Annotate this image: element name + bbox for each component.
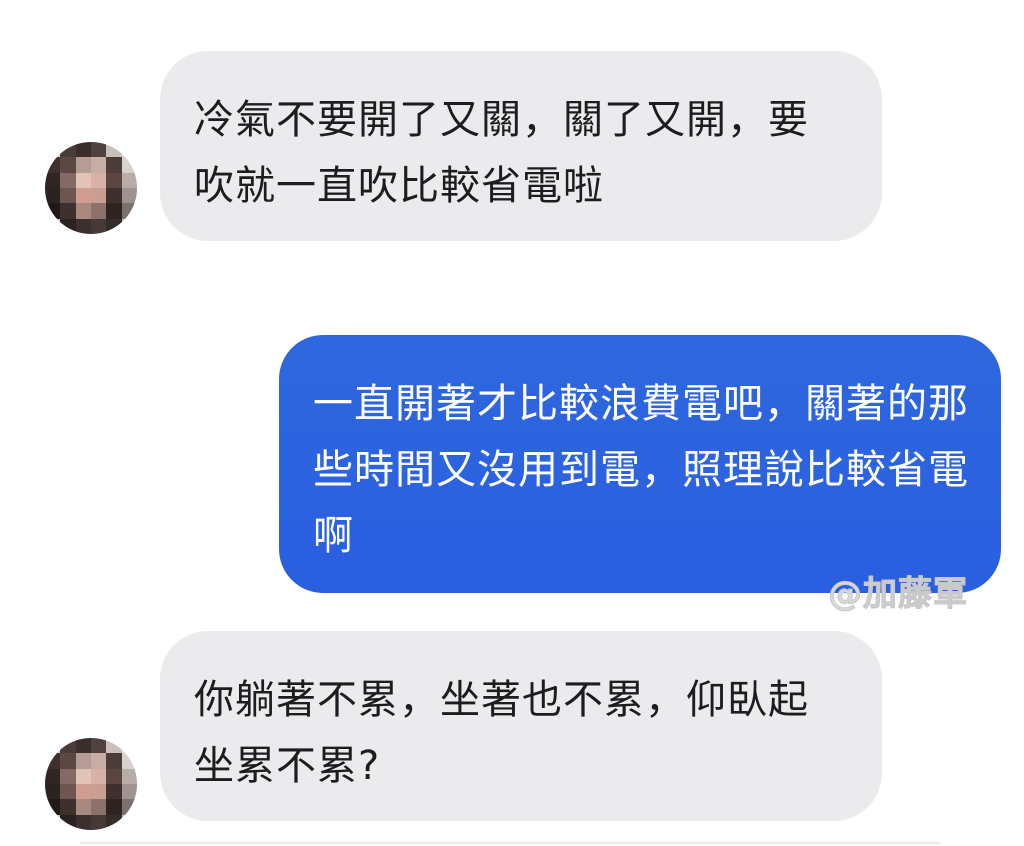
message-bubble-outgoing[interactable]: 一直開著才比較浪費電吧，關著的那些時間又沒用到電，照理說比較省電啊 [279, 335, 1001, 593]
pixelated-avatar-icon [45, 738, 137, 830]
message-text: 冷氣不要開了又關，關了又開，要吹就一直吹比較省電啦 [194, 97, 809, 209]
message-text: 一直開著才比較浪費電吧，關著的那些時間又沒用到電，照理說比較省電啊 [313, 381, 969, 559]
message-bubble-incoming[interactable]: 冷氣不要開了又關，關了又開，要吹就一直吹比較省電啦 [160, 51, 882, 241]
message-text: 你躺著不累，坐著也不累，仰臥起坐累不累? [194, 677, 809, 789]
divider [80, 842, 940, 844]
avatar[interactable] [45, 142, 137, 234]
pixelated-avatar-icon [45, 142, 137, 234]
watermark-text: @加藤軍 [828, 574, 968, 615]
message-bubble-incoming[interactable]: 你躺著不累，坐著也不累，仰臥起坐累不累? [160, 631, 882, 821]
avatar[interactable] [45, 738, 137, 830]
